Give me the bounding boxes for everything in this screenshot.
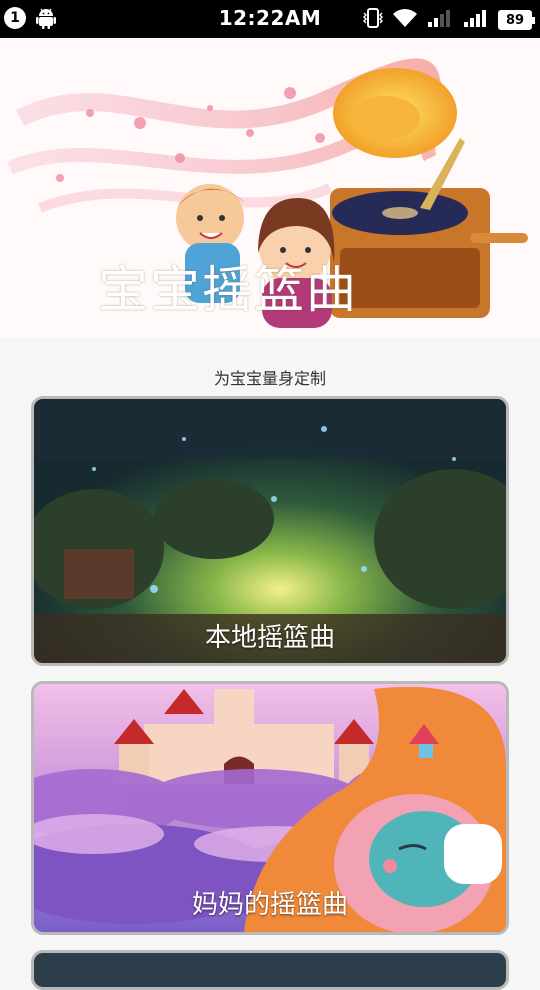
status-bar: 1 12:22AM 89 (0, 0, 540, 38)
local-lullaby-label: 本地摇篮曲 (204, 623, 335, 653)
third-card-image (34, 953, 506, 987)
third-card[interactable] (31, 950, 509, 990)
battery-icon: 89 (498, 10, 535, 30)
subtitle-text: 为宝宝量身定制 (213, 369, 326, 388)
mom-lullaby-card[interactable]: 妈妈的摇篮曲 (31, 681, 509, 935)
header-banner: 宝宝摇篮曲 (0, 38, 540, 338)
signal-icon (426, 7, 454, 33)
mom-lullaby-label: 妈妈的摇篮曲 (191, 890, 348, 920)
signal-icon (462, 7, 490, 33)
banner-title: 宝宝摇篮曲 (98, 261, 358, 319)
wifi-icon (392, 7, 418, 33)
vibrate-icon (362, 7, 384, 33)
local-lullaby-card[interactable]: 本地摇篮曲 (31, 396, 509, 666)
